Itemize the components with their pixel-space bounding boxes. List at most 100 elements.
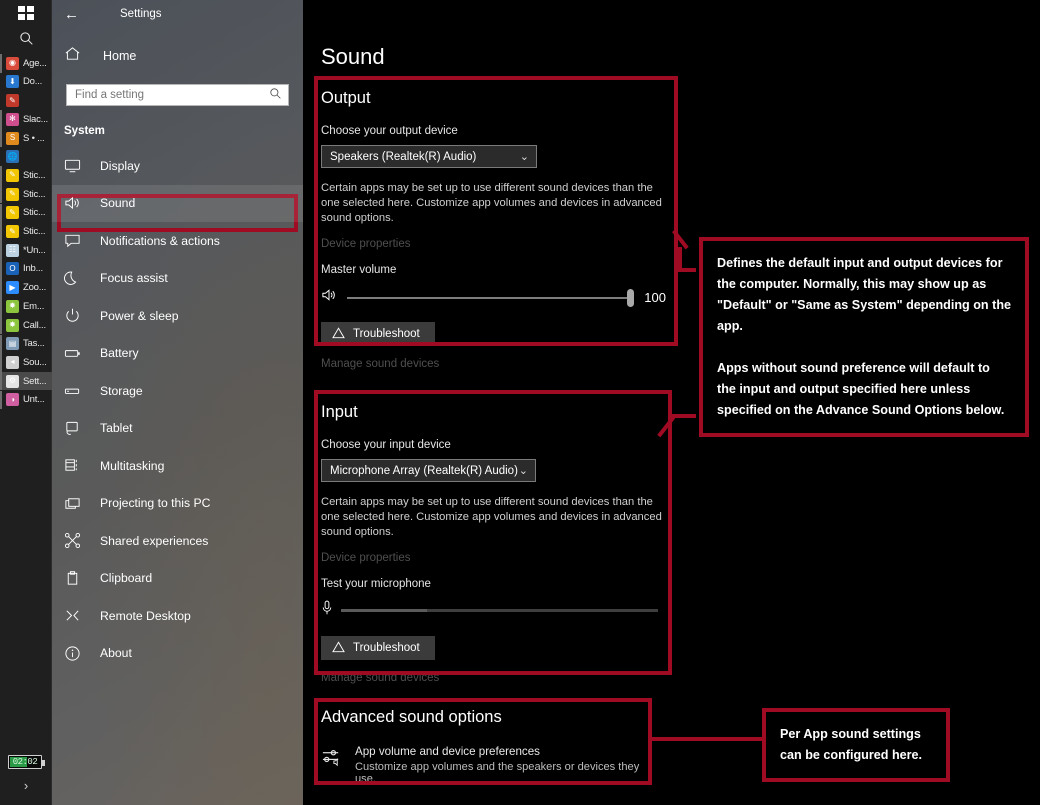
sidebar-item-shared-experiences[interactable]: Shared experiences <box>52 522 303 560</box>
output-device-properties-link[interactable]: Device properties <box>321 238 684 250</box>
output-heading: Output <box>321 89 371 107</box>
taskbar-item[interactable]: ✎ Stic... <box>0 166 52 185</box>
output-device-label: Choose your output device <box>321 125 458 137</box>
taskbar-running-indicator <box>0 334 2 353</box>
search-input[interactable] <box>75 89 269 101</box>
sidebar-item-display[interactable]: Display <box>52 147 303 185</box>
taskbar-item-label: Slac... <box>23 113 48 125</box>
connector-input-v <box>668 436 672 458</box>
input-description: Certain apps may be set up to use differ… <box>321 496 662 538</box>
sidebar-item-home[interactable]: Home <box>52 42 303 70</box>
master-volume-slider[interactable] <box>347 288 635 307</box>
taskbar-item[interactable]: ✻ Slac... <box>0 110 52 129</box>
sidebar-item-battery[interactable]: Battery <box>52 335 303 373</box>
input-device-label: Choose your input device <box>321 439 451 451</box>
settings-titlebar: ← Settings <box>52 0 303 28</box>
sidebar-item-home-label: Home <box>103 49 137 63</box>
taskbar-item[interactable]: ⚙ Sett... <box>0 371 52 391</box>
taskbar-item[interactable]: ✸ Em... <box>0 297 52 316</box>
info-circle-icon <box>64 645 81 662</box>
back-arrow-icon[interactable]: ← <box>64 7 80 22</box>
sidebar-item-label: Storage <box>100 383 143 398</box>
sidebar-item-storage[interactable]: Storage <box>52 372 303 410</box>
taskbar-item[interactable]: S S • ... <box>0 128 52 148</box>
taskbar-item[interactable]: ✎ <box>0 91 52 110</box>
taskbar-item-label: Zoo... <box>23 282 47 294</box>
sidebar-item-label: Sound <box>100 196 136 211</box>
zoom-icon: ▶ <box>6 281 19 295</box>
taskbar-item[interactable]: ☷ *Un... <box>0 241 52 260</box>
taskbar-item[interactable]: ▶ Zoo... <box>0 278 52 297</box>
app-volume-and-device-preferences-item[interactable]: App volume and device preferences Custom… <box>321 745 661 785</box>
sublime-icon: S <box>6 131 19 145</box>
taskbar-item-label: Stic... <box>23 188 46 200</box>
taskbar-running-indicator <box>0 390 2 410</box>
taskbar-running-indicator <box>0 297 2 316</box>
speaker-wave-icon <box>64 195 81 212</box>
chevron-down-icon: ⌄ <box>518 465 528 477</box>
microphone-icon <box>321 600 333 621</box>
battery-indicator[interactable]: 02:02 <box>8 755 45 769</box>
sidebar-item-projecting-to-this-pc[interactable]: Projecting to this PC <box>52 485 303 523</box>
input-device-properties-link[interactable]: Device properties <box>321 552 684 564</box>
microphone-level-row <box>321 600 658 621</box>
sidebar-item-clipboard[interactable]: Clipboard <box>52 560 303 598</box>
input-manage-sound-devices-link[interactable]: Manage sound devices <box>321 672 684 684</box>
output-troubleshoot-button[interactable]: Troubleshoot <box>321 322 435 346</box>
taskbar-search-button[interactable] <box>0 26 52 50</box>
start-button[interactable] <box>0 0 52 26</box>
warning-triangle-icon <box>332 640 345 656</box>
input-troubleshoot-button[interactable]: Troubleshoot <box>321 636 435 660</box>
output-manage-sound-devices-link[interactable]: Manage sound devices <box>321 358 684 370</box>
sticky-note-icon: ✎ <box>6 168 19 182</box>
taskbar-item[interactable]: ▤ Tas... <box>0 334 52 353</box>
sidebar-item-about[interactable]: About <box>52 635 303 673</box>
taskbar-item[interactable]: O Inb... <box>0 259 52 279</box>
taskbar-item[interactable]: ◉ Age... <box>0 54 52 73</box>
devices-annotation-p2: Apps without sound preference will defau… <box>717 361 1005 417</box>
sidebar-item-label: Clipboard <box>100 571 153 586</box>
microphone-level-fill <box>341 609 427 612</box>
taskbar-running-indicator <box>0 315 2 335</box>
output-section: Output Choose your output device Speaker… <box>321 80 684 370</box>
taskbar-item-label: Stic... <box>23 169 46 181</box>
settings-search-box[interactable] <box>66 84 289 106</box>
taskbar-item[interactable]: ✸ Call... <box>0 315 52 335</box>
advanced-sound-options-section: Advanced sound options App volume and de… <box>321 702 661 785</box>
taskbar-item[interactable]: 🌐 <box>0 148 52 167</box>
taskbar-item[interactable]: ✎ Stic... <box>0 203 52 223</box>
advanced-annotation-p1: Per App sound settings can be configured… <box>780 727 923 762</box>
download-icon: ⬇ <box>6 75 19 89</box>
sidebar-item-label: Focus assist <box>100 271 168 286</box>
taskbar-item[interactable]: ⬇ Do... <box>0 73 52 92</box>
outlook-icon: O <box>6 262 19 276</box>
taskbar-item[interactable]: ✎ Stic... <box>0 222 52 241</box>
warning-triangle-icon <box>332 326 345 342</box>
taskbar-running-indicator <box>0 166 2 185</box>
nav-item-list: Display Sound Notifications & actions Focus… <box>52 147 303 672</box>
sidebar-item-multitasking[interactable]: Multitasking <box>52 447 303 485</box>
taskbar-overflow-chevron[interactable]: › <box>0 778 52 793</box>
taskbar-item-label: *Un... <box>23 244 46 256</box>
sidebar-item-notifications-actions[interactable]: Notifications & actions <box>52 222 303 260</box>
sidebar-item-power-sleep[interactable]: Power & sleep <box>52 297 303 335</box>
sidebar-item-label: Remote Desktop <box>100 608 191 623</box>
taskbar-item[interactable]: ◑ Unt... <box>0 390 52 410</box>
taskbar-item[interactable]: ◂ Sou... <box>0 353 52 372</box>
input-device-select[interactable]: Microphone Array (Realtek(R) Audio) ⌄ <box>321 459 536 482</box>
sidebar-item-focus-assist[interactable]: Focus assist <box>52 260 303 298</box>
windows-logo-icon <box>18 6 34 20</box>
sidebar-item-sound[interactable]: Sound <box>52 184 303 222</box>
taskbar-running-indicator <box>0 278 2 297</box>
master-volume-thumb[interactable] <box>627 288 635 307</box>
master-volume-label: Master volume <box>321 264 397 276</box>
taskbar-item[interactable]: ✎ Stic... <box>0 184 52 204</box>
clipboard-icon <box>64 570 81 587</box>
output-device-select[interactable]: Speakers (Realtek(R) Audio) ⌄ <box>321 145 537 168</box>
advanced-heading: Advanced sound options <box>321 708 502 726</box>
sidebar-item-remote-desktop[interactable]: Remote Desktop <box>52 597 303 635</box>
sidebar-item-tablet[interactable]: Tablet <box>52 410 303 448</box>
project-screen-icon <box>64 495 81 512</box>
taskbar-item-label: Tas... <box>23 338 45 350</box>
taskbar-running-indicator <box>0 54 2 73</box>
